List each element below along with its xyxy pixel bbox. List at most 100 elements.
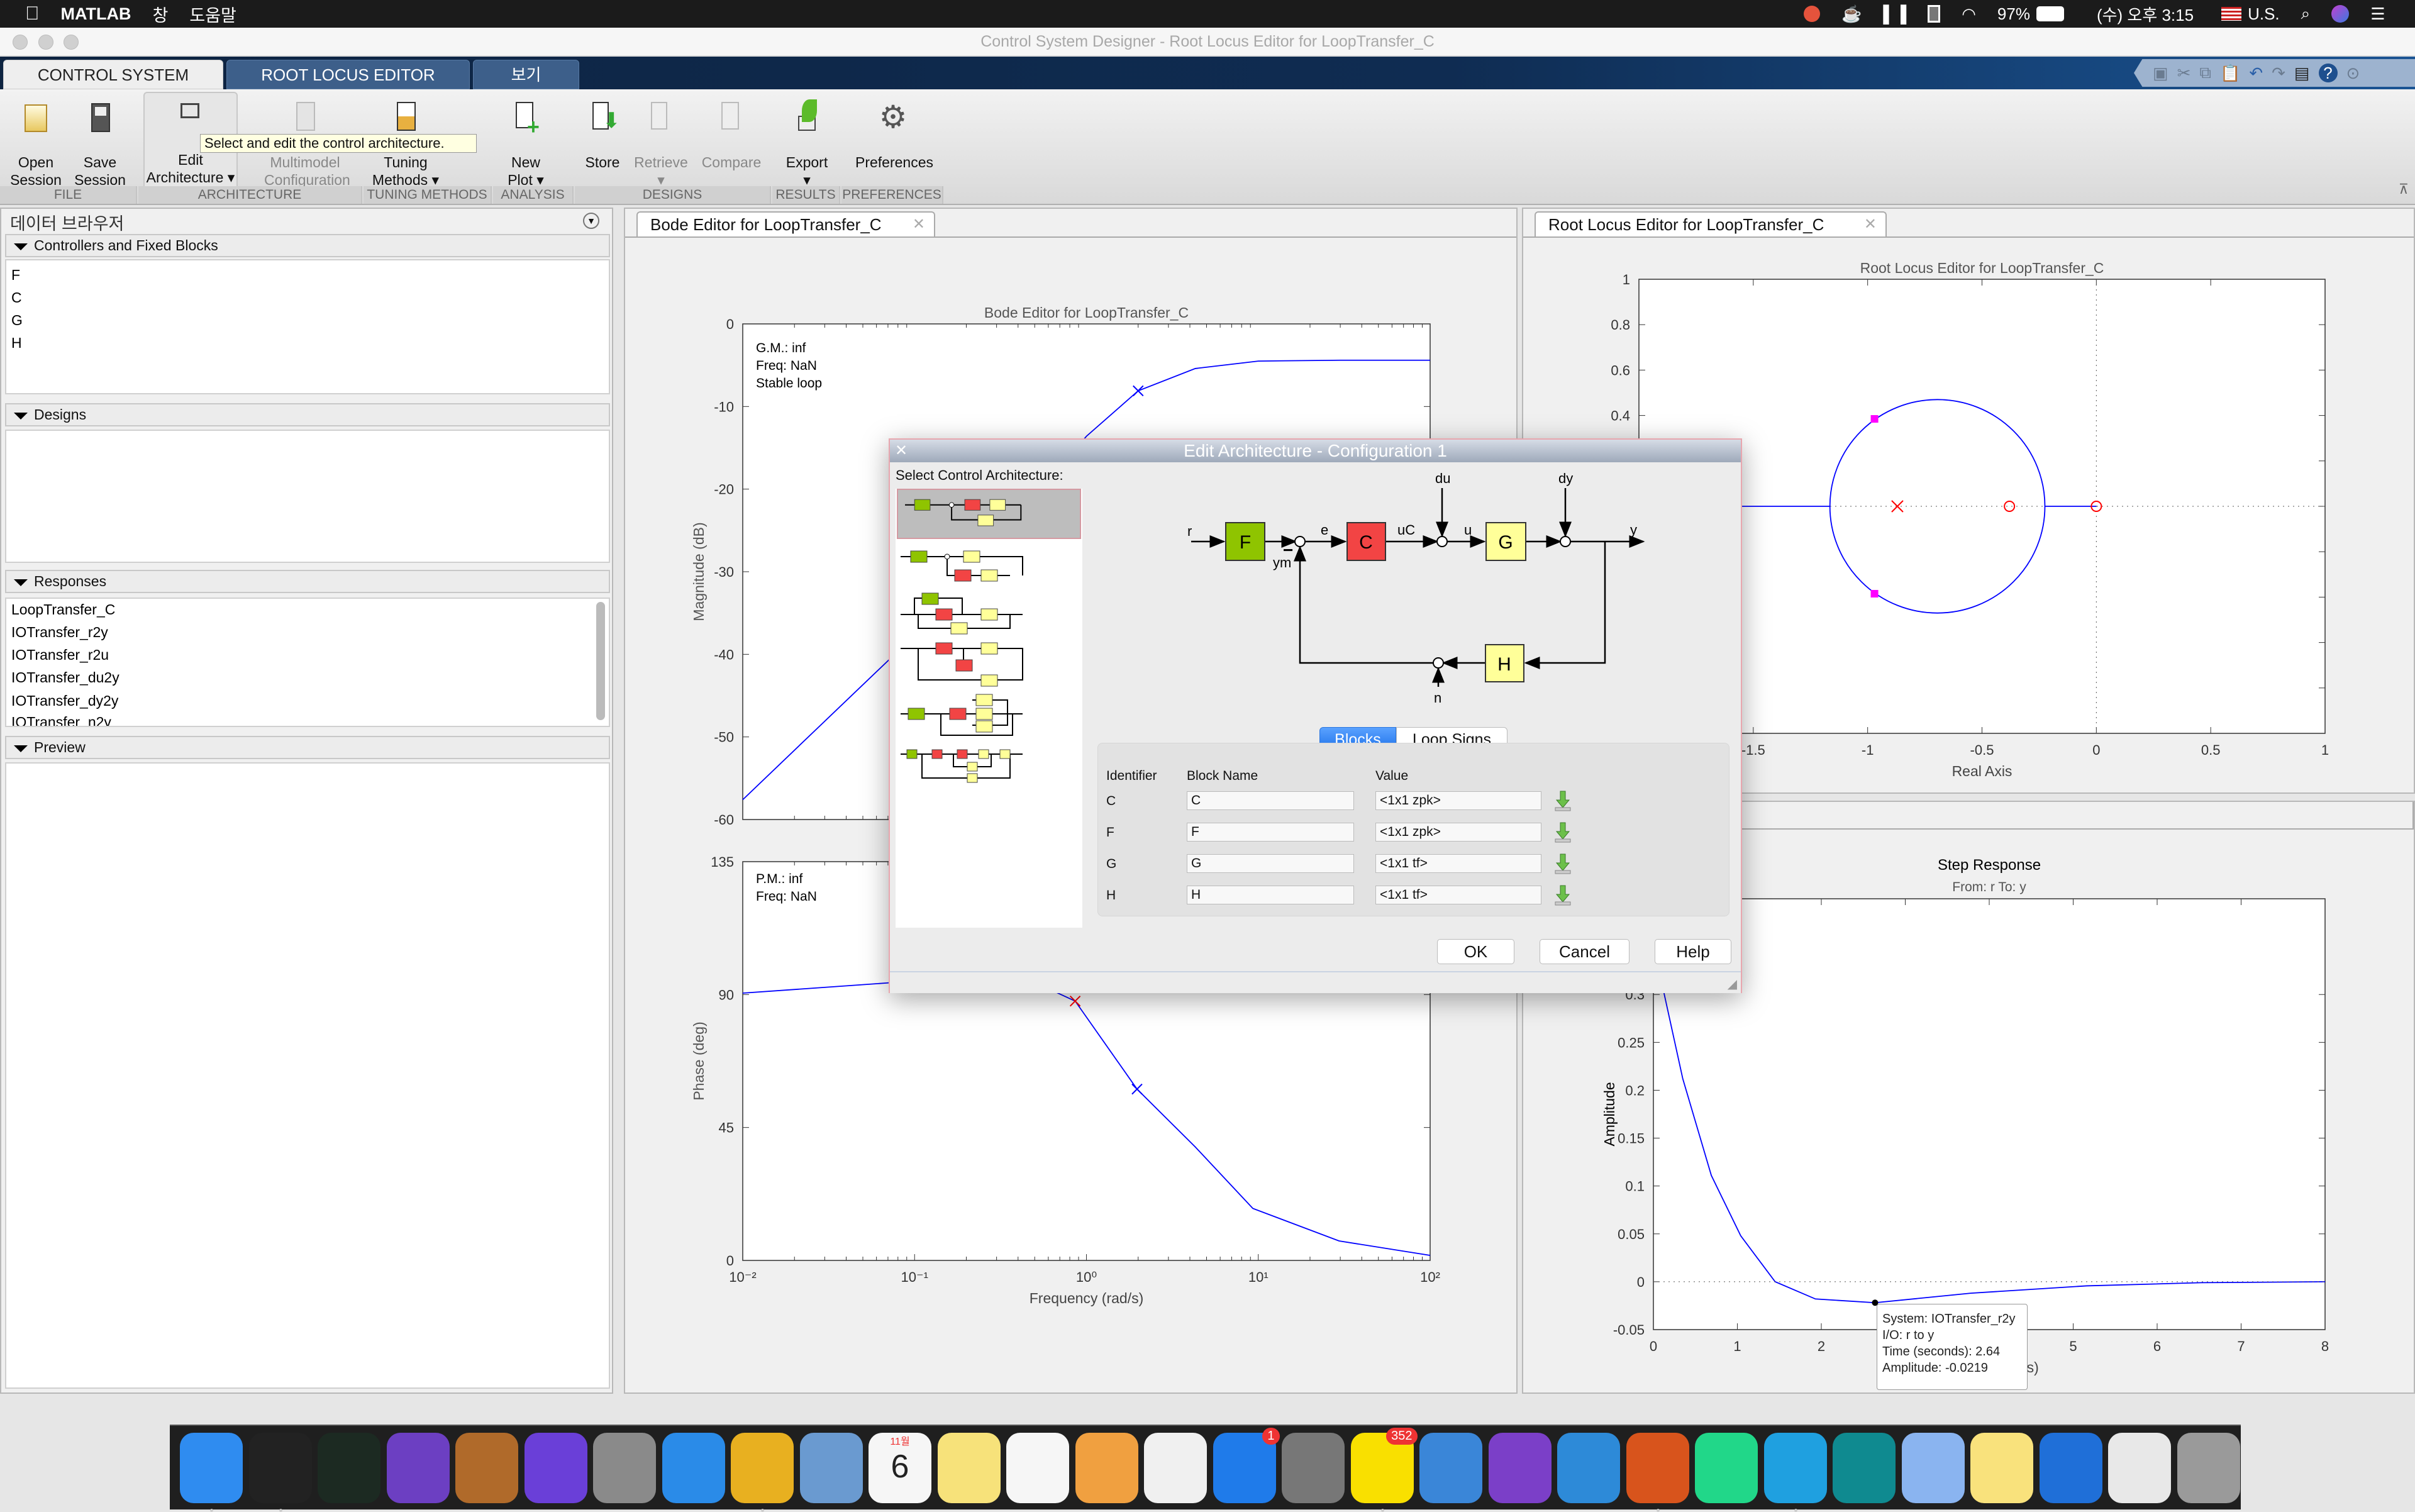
y-axis-label: Magnitude (dB) — [691, 522, 707, 621]
block-value-input[interactable]: <1x1 zpk> — [1375, 823, 1541, 842]
y-tick-label: -40 — [714, 647, 734, 662]
y-tick-label: 0.2 — [1625, 1082, 1645, 1098]
column-identifier: Identifier — [1106, 769, 1157, 783]
signal-u: u — [1464, 522, 1472, 538]
blocks-table: Identifier Block Name Value C C <1x1 zpk… — [1097, 743, 1729, 916]
x-tick-label: 8 — [2321, 1338, 2329, 1354]
block-F[interactable]: F — [1225, 522, 1265, 561]
y-tick-label: 1 — [1623, 272, 1630, 287]
y-tick-label: 0 — [726, 1253, 734, 1269]
minus-sign: − — [1283, 540, 1293, 560]
phase-margin-info: Freq: NaN — [756, 889, 817, 904]
block-diagram: F C G H r e uC u y ym du dy n − — [1187, 470, 1645, 706]
y-tick-label: -0.05 — [1613, 1322, 1645, 1338]
x-tick-label: 1 — [2321, 742, 2329, 758]
y-axis-label: Phase (deg) — [691, 1021, 707, 1100]
cancel-button[interactable]: Cancel — [1540, 939, 1629, 964]
help-button[interactable]: Help — [1655, 939, 1731, 964]
x-axis-label: Real Axis — [1952, 763, 2012, 779]
block-name-input[interactable]: G — [1187, 854, 1354, 873]
architecture-option-5[interactable] — [897, 691, 1081, 742]
import-value-icon[interactable] — [1553, 821, 1572, 843]
x-tick-label: 10⁻² — [729, 1269, 756, 1285]
y-tick-label: 0.4 — [1611, 408, 1630, 424]
block-H[interactable]: H — [1485, 644, 1524, 682]
x-tick-label: -1 — [1862, 742, 1874, 758]
x-tick-label: 6 — [2153, 1338, 2161, 1354]
x-tick-label: -1.5 — [1741, 742, 1765, 758]
y-tick-label: -10 — [714, 399, 734, 414]
y-tick-label: 0.8 — [1611, 317, 1630, 333]
x-tick-label: 0 — [2092, 742, 2100, 758]
select-architecture-label: Select Control Architecture: — [896, 467, 1063, 483]
gain-margin-info: Freq: NaN — [756, 359, 817, 373]
column-value: Value — [1375, 769, 1409, 783]
x-tick-label: 0.5 — [2201, 742, 2221, 758]
svg-text:C: C — [1359, 532, 1373, 553]
block-value-input[interactable]: <1x1 zpk> — [1375, 791, 1541, 810]
step-response-axes — [1653, 898, 2326, 1330]
y-tick-label: -60 — [714, 812, 734, 828]
y-tick-label: 0.1 — [1625, 1179, 1645, 1194]
sum-junction — [1294, 536, 1306, 547]
block-C[interactable]: C — [1346, 522, 1386, 561]
architecture-option-1[interactable] — [897, 489, 1081, 539]
x-tick-label: 10² — [1420, 1269, 1440, 1285]
svg-text:G: G — [1498, 532, 1513, 553]
y-tick-label: -20 — [714, 482, 734, 498]
y-tick-label: 0 — [726, 316, 734, 332]
y-tick-label: 0.6 — [1611, 362, 1630, 378]
chart-title: Root Locus Editor for LoopTransfer_C — [1860, 260, 2104, 276]
architecture-list — [896, 489, 1082, 928]
dialog-title: Edit Architecture - Configuration 1 — [1184, 441, 1447, 460]
svg-text:F: F — [1240, 532, 1251, 553]
architecture-option-3[interactable] — [897, 592, 1081, 642]
x-tick-label: 1 — [1733, 1338, 1741, 1354]
gain-margin-info: Stable loop — [756, 376, 822, 391]
dialog-titlebar[interactable]: ✕ Edit Architecture - Configuration 1 — [890, 440, 1741, 462]
resize-grip-icon[interactable]: ◢ — [1728, 976, 1737, 992]
y-tick-label: 0.05 — [1618, 1226, 1645, 1242]
architecture-option-2[interactable] — [897, 544, 1081, 594]
closed-loop-pole — [1870, 415, 1879, 423]
architecture-option-4[interactable] — [897, 640, 1081, 690]
ok-button[interactable]: OK — [1437, 939, 1514, 964]
y-tick-label: 0 — [1637, 1274, 1645, 1290]
import-value-icon[interactable] — [1553, 884, 1572, 906]
chart-subtitle: From: r To: y — [1952, 880, 2026, 894]
sum-junction — [1433, 657, 1444, 669]
signal-du: du — [1435, 470, 1450, 486]
tooltip: Select and edit the control architecture… — [200, 134, 477, 153]
x-tick-label: 7 — [2237, 1338, 2245, 1354]
svg-text:H: H — [1497, 654, 1511, 675]
signal-n: n — [1434, 690, 1441, 706]
architecture-option-6[interactable] — [897, 747, 1081, 797]
x-tick-label: 5 — [2069, 1338, 2077, 1354]
phase-margin-info: P.M.: inf — [756, 872, 802, 886]
import-value-icon[interactable] — [1553, 853, 1572, 874]
column-block-name: Block Name — [1187, 769, 1258, 783]
x-tick-label: -0.5 — [1970, 742, 1994, 758]
signal-y: y — [1630, 522, 1637, 538]
block-name-input[interactable]: C — [1187, 791, 1354, 810]
import-value-icon[interactable] — [1553, 790, 1572, 811]
block-G[interactable]: G — [1485, 522, 1526, 561]
block-name-input[interactable]: H — [1187, 886, 1354, 904]
sum-junction — [1560, 536, 1571, 547]
block-value-input[interactable]: <1x1 tf> — [1375, 854, 1541, 873]
block-value-input[interactable]: <1x1 tf> — [1375, 886, 1541, 904]
step-datatip[interactable]: System: IOTransfer_r2y I/O: r to y Time … — [1877, 1304, 2028, 1390]
block-name-input[interactable]: F — [1187, 823, 1354, 842]
gain-margin-info: G.M.: inf — [756, 341, 806, 355]
y-axis-label: Amplitude — [1601, 1082, 1618, 1146]
signal-dy: dy — [1558, 470, 1573, 486]
x-tick-label: 10⁻¹ — [901, 1269, 928, 1285]
y-tick-label: 90 — [719, 987, 734, 1003]
signal-e: e — [1321, 522, 1328, 538]
x-tick-label: 10⁰ — [1076, 1269, 1097, 1285]
edit-architecture-dialog: ✕ Edit Architecture - Configuration 1 Se… — [889, 438, 1742, 993]
close-icon[interactable]: ✕ — [895, 440, 908, 462]
y-tick-label: 45 — [719, 1120, 734, 1136]
y-tick-label: -30 — [714, 564, 734, 580]
y-tick-label: 135 — [711, 854, 734, 870]
